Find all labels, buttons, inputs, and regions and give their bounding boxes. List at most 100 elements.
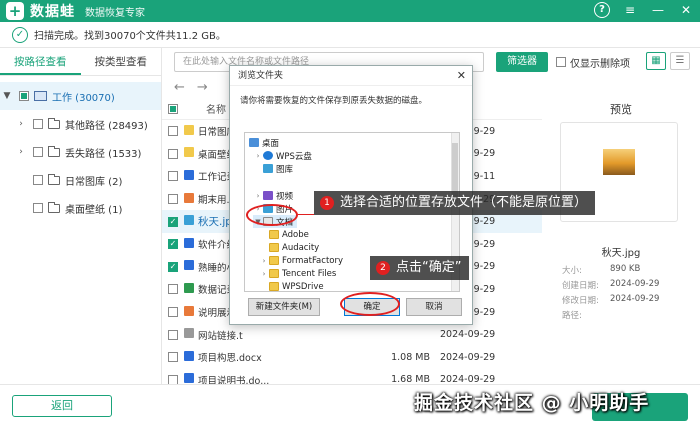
meta-label: 大小: bbox=[562, 266, 582, 276]
close-icon[interactable]: ✕ bbox=[678, 2, 694, 18]
folder-item-videos[interactable]: › 视频 bbox=[253, 189, 293, 202]
file-type-icon bbox=[184, 328, 194, 339]
file-row-check-cell[interactable] bbox=[162, 171, 184, 182]
meta-label: 创建日期: bbox=[562, 281, 599, 291]
file-date: 2024-09-29 bbox=[440, 329, 496, 341]
folder-item-label: WPS云盘 bbox=[276, 151, 312, 162]
file-checkbox[interactable] bbox=[168, 284, 178, 295]
cancel-button[interactable]: 取消 bbox=[406, 298, 462, 316]
meta-path: 路径: bbox=[562, 309, 582, 321]
list-view-icon[interactable]: ☰ bbox=[670, 52, 690, 70]
tree-checkbox[interactable] bbox=[33, 203, 43, 213]
folder-item-wps-cloud[interactable]: › WPS云盘 bbox=[253, 149, 312, 162]
meta-modified: 修改日期: 2024-09-29 bbox=[562, 294, 659, 306]
new-folder-button[interactable]: 新建文件夹(M) bbox=[248, 298, 320, 316]
folder-item-formatfactory[interactable]: › FormatFactory bbox=[259, 254, 343, 267]
deleted-only-option[interactable]: 仅显示删除项 bbox=[556, 52, 630, 72]
folder-item-label: Adobe bbox=[282, 229, 309, 240]
file-row-check-cell[interactable] bbox=[162, 194, 184, 205]
tree-checkbox[interactable] bbox=[33, 147, 43, 157]
tree-checkbox[interactable] bbox=[33, 119, 43, 129]
file-row-check-cell[interactable] bbox=[162, 148, 184, 159]
help-icon[interactable]: ? bbox=[594, 2, 610, 18]
tree-item-other-paths[interactable]: › 其他路径 (28493) bbox=[0, 110, 161, 138]
chevron-right-icon[interactable]: › bbox=[253, 192, 263, 200]
back-button[interactable]: 返回 bbox=[12, 395, 112, 417]
file-icon-cell bbox=[184, 237, 198, 251]
tree-item-daily-gallery[interactable]: 日常图库 (2) bbox=[0, 166, 161, 194]
file-icon-cell bbox=[184, 305, 198, 319]
tree-item-lost-paths[interactable]: › 丢失路径 (1533) bbox=[0, 138, 161, 166]
file-row-check-cell[interactable] bbox=[162, 261, 184, 272]
tree-item-work[interactable]: ▼ 工作 (30070) bbox=[0, 82, 161, 110]
tree-item-label: 桌面壁纸 (1) bbox=[65, 204, 123, 216]
forward-arrow-icon[interactable]: → bbox=[197, 80, 208, 95]
tab-by-type[interactable]: 按类型查看 bbox=[81, 48, 162, 75]
grid-view-icon[interactable]: ▦ bbox=[646, 52, 666, 70]
file-checkbox[interactable] bbox=[168, 194, 178, 205]
folder-item-desktop[interactable]: 桌面 bbox=[249, 136, 279, 149]
chevron-right-icon[interactable]: › bbox=[14, 147, 28, 157]
view-mode-buttons: ▦ ☰ bbox=[646, 52, 690, 70]
folder-item-adobe[interactable]: Adobe bbox=[269, 228, 309, 241]
folder-item-audacity[interactable]: Audacity bbox=[269, 241, 319, 254]
annotation-text: 选择合适的位置存放文件（不能是原位置） bbox=[340, 195, 588, 210]
file-checkbox[interactable] bbox=[168, 352, 178, 363]
select-all-checkbox[interactable] bbox=[168, 103, 178, 114]
tree-item-wallpaper[interactable]: 桌面壁纸 (1) bbox=[0, 194, 161, 222]
file-type-icon bbox=[184, 373, 194, 384]
file-checkbox[interactable] bbox=[168, 216, 178, 227]
tab-by-path[interactable]: 按路径查看 bbox=[0, 48, 81, 75]
file-checkbox[interactable] bbox=[168, 329, 178, 340]
tree-checkbox[interactable] bbox=[33, 175, 43, 185]
watermark: 掘金技术社区 @ 小明助手 bbox=[414, 392, 650, 414]
folder-icon bbox=[48, 173, 60, 185]
chevron-right-icon[interactable]: › bbox=[253, 152, 263, 160]
scan-status-bar: ✓ 扫描完成。找到30070个文件共11.2 GB。 bbox=[0, 22, 700, 48]
file-row-check-cell[interactable] bbox=[162, 239, 184, 250]
annotation-step-2: 2 点击“确定” bbox=[370, 256, 470, 280]
file-row-check-cell[interactable] bbox=[162, 126, 184, 137]
file-row-check-cell[interactable] bbox=[162, 284, 184, 295]
meta-size: 大小: 890 KB bbox=[562, 264, 640, 276]
chevron-right-icon[interactable]: › bbox=[14, 119, 28, 129]
file-row-check-cell[interactable] bbox=[162, 216, 184, 227]
file-checkbox[interactable] bbox=[168, 126, 178, 137]
file-row-check-cell[interactable] bbox=[162, 329, 184, 340]
dialog-message: 请你将需要恢复的文件保存到原丢失数据的磁盘。 bbox=[240, 96, 428, 106]
file-checkbox[interactable] bbox=[168, 307, 178, 318]
file-row[interactable]: 网站链接.t 2024-09-29 bbox=[162, 323, 542, 346]
folder-item-gallery[interactable]: 图库 bbox=[263, 162, 293, 175]
folder-item-label: Audacity bbox=[282, 242, 320, 253]
file-type-icon bbox=[184, 215, 194, 226]
file-row-check-cell[interactable] bbox=[162, 352, 184, 363]
file-name: 项目构思.docx bbox=[198, 353, 262, 365]
file-checkbox[interactable] bbox=[168, 148, 178, 159]
caret-down-icon[interactable]: ▼ bbox=[0, 91, 14, 101]
dialog-close-icon[interactable]: ✕ bbox=[457, 66, 466, 86]
annotation-number: 2 bbox=[376, 261, 390, 275]
folder-item-tencent-files[interactable]: › Tencent Files bbox=[259, 267, 337, 280]
deleted-only-checkbox[interactable] bbox=[556, 57, 566, 67]
minimize-icon[interactable]: — bbox=[650, 2, 666, 18]
chevron-right-icon[interactable]: › bbox=[259, 270, 269, 278]
file-type-icon bbox=[184, 260, 194, 271]
path-tree: ▼ 工作 (30070) › 其他路径 (28493) › 丢失路径 (1533… bbox=[0, 76, 161, 222]
file-row-check-cell[interactable] bbox=[162, 307, 184, 318]
back-arrow-icon[interactable]: ← bbox=[174, 80, 185, 95]
check-circle-icon: ✓ bbox=[12, 26, 28, 43]
window-controls: ? ≡ — ✕ bbox=[594, 2, 694, 18]
select-all-cell[interactable] bbox=[162, 103, 184, 114]
chevron-right-icon[interactable]: › bbox=[259, 257, 269, 265]
filter-button[interactable]: 筛选器 bbox=[496, 52, 548, 72]
menu-icon[interactable]: ≡ bbox=[622, 2, 638, 18]
file-checkbox[interactable] bbox=[168, 171, 178, 182]
file-checkbox[interactable] bbox=[168, 261, 178, 272]
file-checkbox[interactable] bbox=[168, 239, 178, 250]
file-row[interactable]: 项目构思.docx 1.08 MB 2024-09-29 bbox=[162, 346, 542, 369]
title-bar: + 数据蛙 数据恢复专家 ? ≡ — ✕ bbox=[0, 0, 700, 22]
meta-label: 路径: bbox=[562, 311, 582, 321]
folder-item-wpsdrive[interactable]: WPSDrive bbox=[269, 280, 324, 291]
column-name[interactable]: 名称 bbox=[206, 101, 226, 116]
tree-checkbox[interactable] bbox=[19, 91, 29, 101]
